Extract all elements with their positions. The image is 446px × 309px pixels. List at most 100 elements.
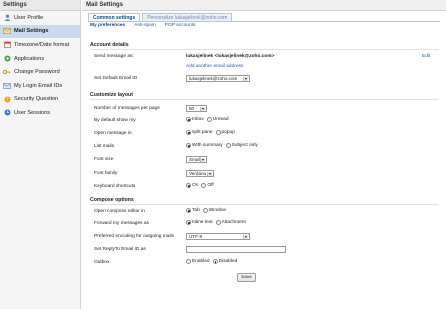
font-size-select[interactable]: Small ▼ [186,156,207,163]
save-button[interactable]: Save [237,273,256,282]
radio-label: popup [221,130,235,135]
popup-radio-option[interactable]: popup [215,130,235,135]
shortcuts-off-option[interactable]: Off [201,183,214,188]
radio-label: Inbox [192,117,204,122]
radio-label: Subject only [231,143,258,148]
inline-text-radio[interactable] [186,220,191,225]
sidebar-item-login-email-ids[interactable]: My Login Email IDs [0,79,80,93]
section-divider [90,99,438,100]
mail-icon [3,28,11,35]
default-email-label: Set Default Email ID [94,76,138,81]
default-email-value: lukasjelinek@zoho.com [189,76,238,81]
sessions-icon [3,109,11,116]
replyto-label: Set ReplyTo Email ID as [94,247,146,252]
sidebar-item-user-profile[interactable]: User Profile [0,11,80,25]
edit-link[interactable]: Edit [422,54,430,59]
font-family-value: Verdana [189,171,207,176]
subject-only-radio[interactable] [225,143,231,148]
chevron-down-icon: ▼ [200,107,205,111]
unread-radio[interactable] [206,117,212,122]
radio-label: On [192,183,199,188]
font-size-label: Font size [94,157,114,162]
outbox-disabled-radio[interactable] [212,259,218,264]
popup-radio[interactable] [215,130,221,135]
shortcuts-on-option[interactable]: On [186,183,198,188]
outbox-disabled-option[interactable]: Disabled [212,259,238,264]
per-page-value: 50 [189,106,195,111]
default-show-label: By default show my [94,118,136,123]
unread-radio-option[interactable]: Unread [206,117,229,122]
radio-label: Enabled [192,259,210,264]
section-divider [90,204,438,205]
sidebar-title: Settings [0,0,80,11]
radio-label: split pane [192,130,213,135]
applications-icon [3,55,11,62]
sidebar-item-label: User Sessions [14,109,51,116]
attachment-radio[interactable] [215,220,221,225]
encoding-value: UTF-8 [189,234,203,239]
inline-text-radio-option[interactable]: Inline text [186,220,213,225]
with-summary-radio[interactable] [186,143,191,148]
tab-common-settings[interactable]: Common settings [88,13,141,21]
subtab-anti-spam[interactable]: Anti-spam [134,23,156,28]
inbox-radio-option[interactable]: Inbox [186,117,204,122]
sidebar-item-change-password[interactable]: Change Password [0,65,80,79]
split-pane-radio-option[interactable]: split pane [186,130,213,135]
window-radio-option[interactable]: Window [202,208,226,213]
sidebar-item-label: Change Password [14,69,60,76]
outbox-enabled-radio[interactable] [186,259,191,264]
font-size-value: Small [189,157,201,162]
send-as-label: Send message as: [94,54,134,59]
radio-label: With summary [192,143,223,148]
list-mails-label: List mails [94,144,114,149]
font-family-select[interactable]: Verdana ▼ [186,170,214,177]
customize-layout-heading: Customize layout [90,92,133,98]
radio-label: Window [208,208,226,213]
replyto-input[interactable] [186,246,286,253]
radio-label: Unread [212,117,229,122]
compose-options-heading: Compose options [90,197,134,203]
default-email-select[interactable]: lukasjelinek@zoho.com ▼ [186,75,250,82]
email-id-icon [3,82,11,89]
inbox-radio[interactable] [186,117,191,122]
section-divider [90,49,438,50]
radio-label: Off [207,183,214,188]
calendar-icon [3,41,11,49]
key-icon [3,69,11,76]
per-page-select[interactable]: 50 ▼ [186,105,207,112]
window-radio[interactable] [202,208,208,213]
question-icon: ? [3,96,11,103]
outbox-enabled-option[interactable]: Enabled [186,259,210,264]
user-icon [3,14,11,22]
with-summary-radio-option[interactable]: With summary [186,143,223,148]
subtab-my-preferences[interactable]: My preferences [90,23,125,28]
sidebar-item-security-question[interactable]: ? Security Question [0,93,80,107]
radio-label: Tab [192,208,200,213]
add-email-link[interactable]: Add another email address [186,64,243,69]
split-pane-radio[interactable] [186,130,191,135]
per-page-label: Number of messages per page [94,106,160,111]
sidebar-item-user-sessions[interactable]: User Sessions [0,106,80,120]
shortcuts-on-radio[interactable] [186,183,191,188]
shortcuts-off-radio[interactable] [201,183,207,188]
attachment-radio-option[interactable]: Attachment [215,220,246,225]
sidebar-item-timezone[interactable]: Timezone/Date format [0,38,80,52]
encoding-select[interactable]: UTF-8 ▼ [186,233,250,240]
tab-radio[interactable] [186,208,191,213]
radio-label: Disabled [218,259,238,264]
sidebar-item-label: Timezone/Date format [14,41,70,48]
sidebar-item-label: Applications [14,55,45,62]
tab-personalize[interactable]: Personalize lukasjelinek@zoho.com [142,13,233,21]
chevron-down-icon: ▼ [200,158,205,162]
chevron-down-icon: ▼ [207,172,212,176]
sidebar-item-mail-settings[interactable]: Mail Settings [0,24,80,39]
tab-divider [88,21,440,22]
forward-label: Forward my messages as [94,221,149,226]
sidebar-item-applications[interactable]: Applications [0,52,80,66]
tab-radio-option[interactable]: Tab [186,208,200,213]
compose-editor-label: Open compose editor in [94,209,145,214]
chevron-down-icon: ▼ [243,77,248,81]
subject-only-radio-option[interactable]: Subject only [225,143,258,148]
radio-label: Inline text [192,220,213,225]
subtab-pop-accounts[interactable]: POP accounts [165,23,196,28]
